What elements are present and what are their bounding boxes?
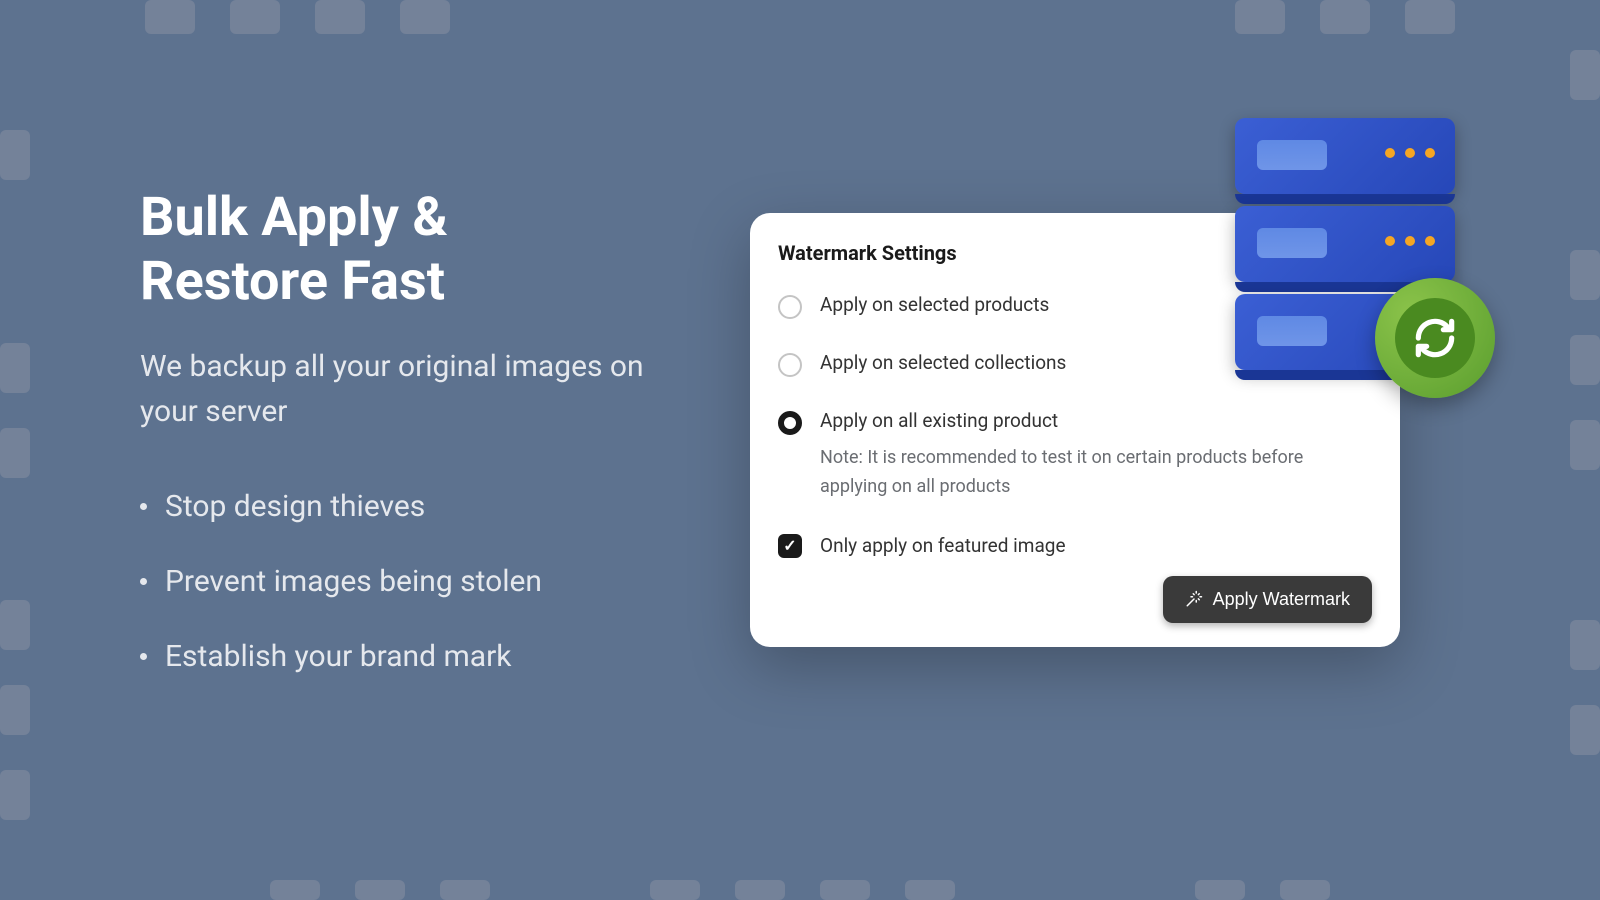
film-hole-decoration <box>315 0 365 34</box>
radio-button-icon[interactable] <box>778 295 802 319</box>
film-hole-decoration <box>0 428 30 478</box>
bullet-dot-icon <box>140 653 147 660</box>
radio-button-icon[interactable] <box>778 353 802 377</box>
server-led-dots <box>1385 236 1435 246</box>
radio-option-all-products[interactable]: Apply on all existing product Note: It i… <box>778 409 1372 502</box>
film-hole-decoration <box>1280 880 1330 900</box>
bullet-dot-icon <box>140 503 147 510</box>
film-hole-decoration <box>0 770 30 820</box>
headline-line-1: Bulk Apply & <box>140 186 448 249</box>
bullet-dot-icon <box>140 578 147 585</box>
button-label: Apply Watermark <box>1213 589 1350 610</box>
radio-label: Apply on all existing product <box>820 409 1372 432</box>
film-hole-decoration <box>1195 880 1245 900</box>
film-hole-decoration <box>1570 705 1600 755</box>
radio-option-note: Note: It is recommended to test it on ce… <box>820 444 1372 502</box>
feature-bullet-item: Establish your brand mark <box>140 639 680 674</box>
film-hole-decoration <box>270 880 320 900</box>
server-led-dots <box>1385 148 1435 158</box>
bullet-text: Prevent images being stolen <box>165 564 542 599</box>
checkbox-checked-icon[interactable]: ✓ <box>778 534 802 558</box>
bullet-text: Stop design thieves <box>165 489 425 524</box>
checkmark-icon: ✓ <box>783 536 796 555</box>
server-layer-icon <box>1235 206 1455 282</box>
headline-line-2: Restore Fast <box>140 250 445 313</box>
film-hole-decoration <box>355 880 405 900</box>
apply-watermark-button[interactable]: Apply Watermark <box>1163 576 1372 623</box>
film-hole-decoration <box>735 880 785 900</box>
film-hole-decoration <box>1570 420 1600 470</box>
film-hole-decoration <box>145 0 195 34</box>
feature-bullet-item: Stop design thieves <box>140 489 680 524</box>
film-hole-decoration <box>1570 620 1600 670</box>
server-slot-icon <box>1257 228 1327 258</box>
settings-panel-section: Watermark Settings Apply on selected pro… <box>750 213 1460 647</box>
bullet-text: Establish your brand mark <box>165 639 511 674</box>
hero-text-section: Bulk Apply & Restore Fast We backup all … <box>140 186 680 713</box>
film-hole-decoration <box>440 880 490 900</box>
film-hole-decoration <box>1235 0 1285 34</box>
refresh-badge-icon <box>1375 278 1495 398</box>
film-hole-decoration <box>0 685 30 735</box>
film-hole-decoration <box>1570 50 1600 100</box>
film-hole-decoration <box>400 0 450 34</box>
film-hole-decoration <box>650 880 700 900</box>
film-hole-decoration <box>0 130 30 180</box>
film-hole-decoration <box>1570 250 1600 300</box>
feature-bullet-list: Stop design thieves Prevent images being… <box>140 489 680 674</box>
server-slot-icon <box>1257 316 1327 346</box>
checkbox-label: Only apply on featured image <box>820 534 1066 557</box>
checkbox-featured-image-only[interactable]: ✓ Only apply on featured image <box>778 534 1372 558</box>
film-hole-decoration <box>0 600 30 650</box>
server-backup-illustration <box>1230 118 1470 378</box>
film-hole-decoration <box>1320 0 1370 34</box>
film-hole-decoration <box>905 880 955 900</box>
film-hole-decoration <box>0 343 30 393</box>
hero-subheadline: We backup all your original images on yo… <box>140 344 680 434</box>
magic-wand-icon <box>1185 590 1203 608</box>
film-hole-decoration <box>820 880 870 900</box>
server-slot-icon <box>1257 140 1327 170</box>
film-hole-decoration <box>230 0 280 34</box>
feature-bullet-item: Prevent images being stolen <box>140 564 680 599</box>
radio-button-selected-icon[interactable] <box>778 411 802 435</box>
hero-headline: Bulk Apply & Restore Fast <box>140 186 680 313</box>
film-hole-decoration <box>1405 0 1455 34</box>
server-layer-icon <box>1235 118 1455 194</box>
refresh-arrows-icon <box>1410 313 1460 363</box>
film-hole-decoration <box>1570 335 1600 385</box>
